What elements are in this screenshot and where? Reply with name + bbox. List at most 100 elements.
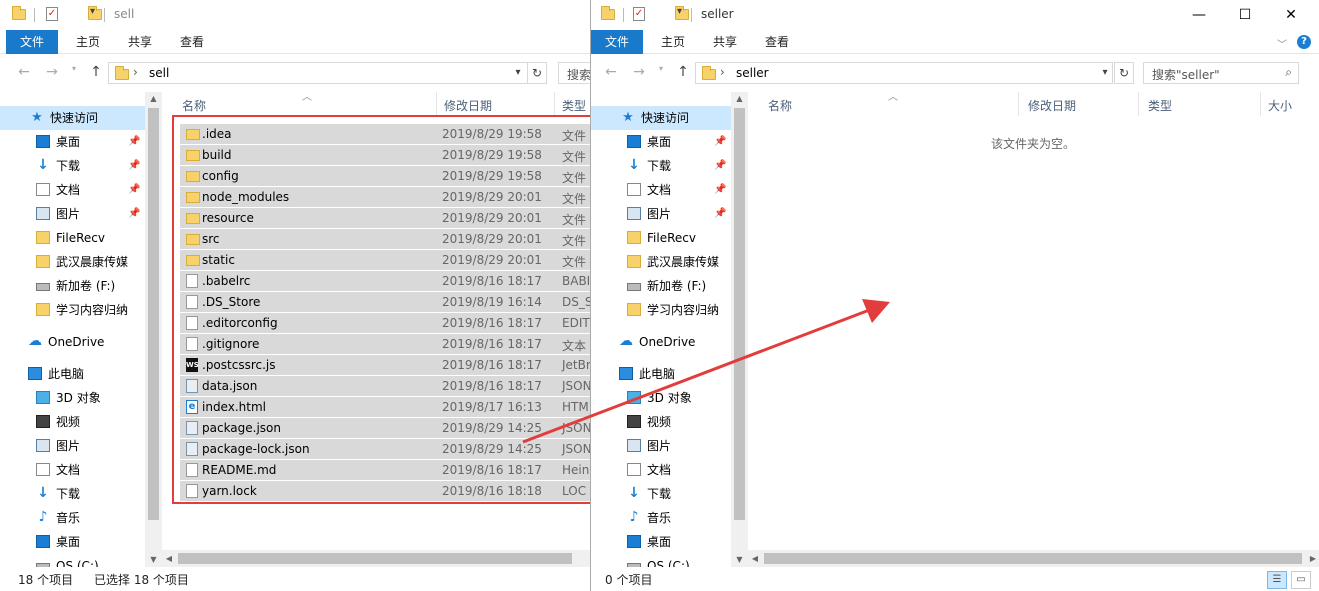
nav-item[interactable]: ★ 快速访问 — [591, 106, 731, 130]
properties-icon[interactable]: ✓ — [633, 7, 645, 21]
nav-item[interactable]: 桌面 — [591, 530, 731, 554]
up-button[interactable]: ↑ — [673, 64, 693, 82]
properties-icon[interactable]: ✓ — [46, 7, 58, 21]
recent-locations-button[interactable]: ▾ — [64, 64, 84, 82]
tab-file[interactable]: 文件 — [6, 30, 59, 54]
nav-item[interactable]: 视频 — [0, 410, 145, 434]
address-dropdown-button[interactable]: ▾ — [510, 62, 526, 84]
nav-item[interactable]: OS (C:) — [591, 554, 731, 567]
expand-ribbon-icon[interactable]: ﹀ — [1277, 36, 1287, 51]
tab-share[interactable]: 共享 — [699, 30, 751, 54]
nav-item[interactable]: 学习内容归纳 — [0, 298, 145, 322]
refresh-button[interactable]: ↻ — [527, 62, 547, 84]
column-divider[interactable] — [1138, 92, 1139, 116]
large-icons-view-button[interactable]: ▭ — [1291, 571, 1311, 589]
column-divider[interactable] — [554, 92, 555, 116]
nav-item[interactable]: 武汉晨康传媒 — [591, 250, 731, 274]
nav-item[interactable]: ↓ 下载 — [0, 482, 145, 506]
scroll-right-arrow[interactable]: ▶ — [1306, 550, 1319, 567]
nav-item[interactable]: 文档 📌 — [0, 178, 145, 202]
forward-button[interactable]: → — [629, 64, 649, 82]
nav-item[interactable]: ↓ 下载 📌 — [0, 154, 145, 178]
nav-item[interactable]: ☁ OneDrive — [591, 330, 731, 354]
search-input[interactable]: 搜索"seller" ⌕ — [1143, 62, 1299, 84]
nav-item[interactable]: OS (C:) — [0, 554, 145, 567]
tab-share[interactable]: 共享 — [114, 30, 166, 54]
back-button[interactable]: ← — [14, 64, 34, 82]
scroll-up-arrow[interactable]: ▲ — [731, 92, 748, 106]
forward-button[interactable]: → — [42, 64, 62, 82]
nav-item[interactable]: 此电脑 — [591, 362, 731, 386]
scroll-thumb[interactable] — [178, 553, 572, 564]
tab-view[interactable]: 查看 — [751, 30, 803, 54]
column-date[interactable]: 修改日期 — [1028, 97, 1076, 114]
nav-item[interactable]: 新加卷 (F:) — [591, 274, 731, 298]
scroll-down-arrow[interactable]: ▼ — [731, 553, 748, 567]
refresh-button[interactable]: ↻ — [1114, 62, 1134, 84]
nav-item[interactable]: 图片 📌 — [591, 202, 731, 226]
scroll-down-arrow[interactable]: ▼ — [145, 553, 162, 567]
nav-item[interactable]: 3D 对象 — [0, 386, 145, 410]
recent-locations-button[interactable]: ▾ — [651, 64, 671, 82]
column-divider[interactable] — [1260, 92, 1261, 116]
help-icon[interactable]: ? — [1297, 35, 1311, 49]
nav-item[interactable]: FileRecv — [0, 226, 145, 250]
nav-item[interactable]: 学习内容归纳 — [591, 298, 731, 322]
tab-home[interactable]: 主页 — [62, 30, 114, 54]
search-input[interactable]: 搜索 — [558, 62, 590, 84]
nav-item[interactable]: 文档 — [591, 458, 731, 482]
horizontal-scrollbar[interactable]: ◀ ▶ — [748, 550, 1319, 567]
nav-item[interactable]: 桌面 📌 — [591, 130, 731, 154]
up-button[interactable]: ↑ — [86, 64, 106, 82]
close-button[interactable]: ✕ — [1268, 0, 1314, 30]
nav-scrollbar[interactable]: ▲ ▼ — [731, 92, 748, 567]
nav-item[interactable]: 此电脑 — [0, 362, 145, 386]
nav-item[interactable]: 视频 — [591, 410, 731, 434]
minimize-button[interactable]: — — [1176, 0, 1222, 30]
column-name[interactable]: 名称 — [182, 97, 206, 114]
column-type[interactable]: 类型 — [1148, 97, 1172, 114]
nav-item[interactable]: FileRecv — [591, 226, 731, 250]
scroll-up-arrow[interactable]: ▲ — [145, 92, 162, 106]
column-name[interactable]: 名称 — [768, 97, 792, 114]
nav-item[interactable]: 文档 📌 — [591, 178, 731, 202]
scroll-thumb[interactable] — [148, 108, 159, 520]
nav-item[interactable]: 新加卷 (F:) — [0, 274, 145, 298]
nav-item[interactable]: 文档 — [0, 458, 145, 482]
nav-item[interactable]: ↓ 下载 — [591, 482, 731, 506]
customize-toolbar-icon[interactable]: ▾ — [677, 6, 682, 22]
nav-item[interactable]: 3D 对象 — [591, 386, 731, 410]
nav-item[interactable]: 图片 — [0, 434, 145, 458]
nav-item[interactable]: 图片 — [591, 434, 731, 458]
scroll-left-arrow[interactable]: ◀ — [748, 550, 762, 567]
scroll-thumb[interactable] — [764, 553, 1302, 564]
back-button[interactable]: ← — [601, 64, 621, 82]
nav-item[interactable]: 桌面 — [0, 530, 145, 554]
address-bar[interactable]: › sell — [108, 62, 528, 84]
nav-item[interactable]: ♪ 音乐 — [0, 506, 145, 530]
nav-item[interactable]: ★ 快速访问 — [0, 106, 145, 130]
column-divider[interactable] — [436, 92, 437, 116]
nav-item[interactable]: ♪ 音乐 — [591, 506, 731, 530]
column-date[interactable]: 修改日期 — [444, 97, 492, 114]
scroll-left-arrow[interactable]: ◀ — [162, 550, 176, 567]
column-divider[interactable] — [1018, 92, 1019, 116]
nav-item[interactable]: ☁ OneDrive — [0, 330, 145, 354]
nav-item[interactable]: 桌面 📌 — [0, 130, 145, 154]
scroll-thumb[interactable] — [734, 108, 745, 520]
customize-toolbar-icon[interactable]: ▾ — [90, 6, 95, 22]
maximize-button[interactable]: ☐ — [1222, 0, 1268, 30]
address-dropdown-button[interactable]: ▾ — [1097, 62, 1113, 84]
tab-view[interactable]: 查看 — [166, 30, 218, 54]
nav-scrollbar[interactable]: ▲ ▼ — [145, 92, 162, 567]
nav-item[interactable]: 图片 📌 — [0, 202, 145, 226]
address-bar[interactable]: › seller — [695, 62, 1113, 84]
nav-item[interactable]: 武汉晨康传媒 — [0, 250, 145, 274]
column-size[interactable]: 大小 — [1268, 97, 1292, 114]
tab-home[interactable]: 主页 — [647, 30, 699, 54]
details-view-button[interactable]: ☰ — [1267, 571, 1287, 589]
column-type[interactable]: 类型 — [562, 97, 586, 114]
tab-file[interactable]: 文件 — [591, 30, 644, 54]
nav-item[interactable]: ↓ 下载 📌 — [591, 154, 731, 178]
content-scrollbar[interactable] — [1302, 92, 1319, 550]
